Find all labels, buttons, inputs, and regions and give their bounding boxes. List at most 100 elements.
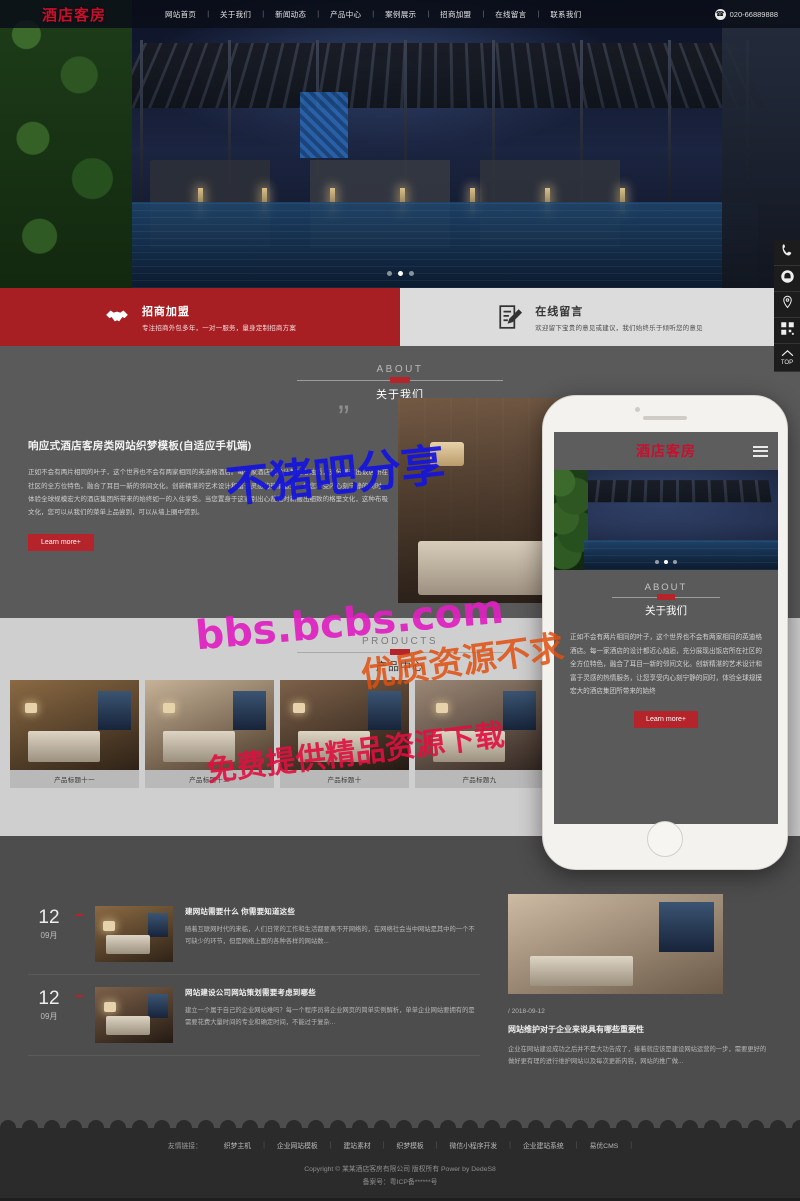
about-heading: ABOUT 关于我们 bbox=[0, 346, 800, 402]
nav-item-home[interactable]: 网站首页 bbox=[154, 9, 207, 20]
sidebar-back-to-top-button[interactable]: TOP bbox=[774, 344, 800, 372]
copyright-text: Copyright © 某某酒店客房有限公司 版权所有 Power by Ded… bbox=[304, 1166, 496, 1173]
nav-item-about[interactable]: 关于我们 bbox=[209, 9, 262, 20]
news-title[interactable]: 建网站需要什么 你需要知道这些 bbox=[185, 906, 480, 917]
phone-heading-divider bbox=[612, 594, 720, 600]
hero-banner bbox=[0, 0, 800, 288]
hero-dot-3[interactable] bbox=[408, 271, 414, 276]
nav-item-franchise[interactable]: 招商加盟 bbox=[429, 9, 482, 20]
product-title: 产品标题十二 bbox=[145, 770, 274, 788]
nav-item-news[interactable]: 新闻动态 bbox=[264, 9, 317, 20]
news-item[interactable]: 12 09月 网站建设公司网站策划需要考虑到哪些 建立一个属于自己的企业网站难吗… bbox=[28, 975, 480, 1056]
hero-dot-2[interactable] bbox=[397, 271, 403, 276]
hero-carousel-dots[interactable] bbox=[0, 271, 800, 276]
site-footer: 友情链接： 织梦主机 | 企业网站模板 | 建站素材 | 织梦模板 | 微信小程… bbox=[0, 1128, 800, 1201]
sidebar-service-button[interactable] bbox=[774, 266, 800, 292]
phone-home-button[interactable] bbox=[647, 821, 683, 857]
nav-item-message[interactable]: 在线留言 bbox=[484, 9, 537, 20]
location-pin-icon bbox=[780, 295, 795, 315]
news-thumbnail bbox=[95, 906, 173, 962]
phone-carousel-dots[interactable] bbox=[554, 560, 778, 564]
featured-news-date: / 2018-09-12 bbox=[508, 1008, 545, 1015]
phone-icon: ☎ bbox=[714, 8, 726, 20]
phone-about-en: ABOUT bbox=[644, 582, 688, 593]
main-navigation: 网站首页 | 关于我们 | 新闻动态 | 产品中心 | 案例展示 | 招商加盟 … bbox=[154, 9, 592, 20]
footer-copyright: Copyright © 某某酒店客房有限公司 版权所有 Power by Ded… bbox=[0, 1164, 800, 1190]
footer-link-0[interactable]: 织梦主机 bbox=[212, 1140, 263, 1150]
phone-learn-more-button[interactable]: Learn more+ bbox=[634, 710, 698, 728]
about-learn-more-button[interactable]: Learn more+ bbox=[28, 533, 94, 551]
phone-dot-2[interactable] bbox=[664, 560, 668, 564]
header-phone-number: 020-66889888 bbox=[729, 9, 778, 19]
news-text: 建网站需要什么 你需要知道这些 随着互联网时代的来临，人们日常的工作和生活都要离… bbox=[185, 906, 480, 949]
about-photo-bed bbox=[418, 541, 558, 595]
news-list: 12 09月 建网站需要什么 你需要知道这些 随着互联网时代的来临，人们日常的工… bbox=[28, 894, 480, 1056]
phone-dot-3[interactable] bbox=[673, 560, 677, 564]
news-day: 12 bbox=[38, 907, 60, 928]
sidebar-qrcode-button[interactable] bbox=[774, 318, 800, 344]
phone-screen: 酒店客房 ABOUT 关于我们 正如不会有两片相同的叶子，这个世界也不会有两家相… bbox=[554, 432, 778, 824]
product-title: 产品标题九 bbox=[415, 770, 544, 788]
footer-link-2[interactable]: 建站素材 bbox=[332, 1140, 383, 1150]
banner-franchise-title: 招商加盟 bbox=[141, 305, 190, 318]
heading-divider bbox=[297, 377, 503, 383]
handshake-icon bbox=[104, 304, 130, 330]
hero-hedge-left bbox=[0, 0, 132, 288]
footer-link-4[interactable]: 微信小程序开发 bbox=[438, 1140, 510, 1150]
phone-hero-banner bbox=[554, 470, 778, 570]
news-date: 12 09月 bbox=[28, 987, 70, 1022]
page-root: 酒店客房 网站首页 | 关于我们 | 新闻动态 | 产品中心 | 案例展示 | … bbox=[0, 0, 800, 1201]
product-card[interactable]: 产品标题十二 bbox=[145, 680, 274, 788]
featured-news[interactable]: / 2018-09-12 网站维护对于企业来说具有哪些重要性 企业在网站建设成功… bbox=[508, 894, 772, 1069]
product-card[interactable]: 产品标题十一 bbox=[10, 680, 139, 788]
hamburger-menu-icon[interactable] bbox=[753, 445, 768, 457]
sidebar-location-button[interactable] bbox=[774, 292, 800, 318]
news-day: 12 bbox=[38, 988, 60, 1009]
footer-link-3[interactable]: 织梦模板 bbox=[385, 1140, 436, 1150]
footer-divider: | bbox=[630, 1141, 633, 1149]
news-month: 09月 bbox=[40, 931, 58, 940]
footer-link-1[interactable]: 企业网站模板 bbox=[265, 1140, 330, 1150]
phone-dot-1[interactable] bbox=[655, 560, 659, 564]
featured-news-title[interactable]: 网站维护对于企业来说具有哪些重要性 bbox=[508, 1024, 772, 1035]
banner-franchise-subtitle: 专注招商外包多年，一对一服务，量身定制招商方案 bbox=[141, 324, 297, 332]
top-arrow-icon bbox=[781, 349, 794, 359]
phone-about-text: 正如不会有两片相同的叶子，这个世界也不会有两家相同的英迪格酒店。每一家酒店的设计… bbox=[570, 634, 762, 696]
product-card[interactable]: 产品标题十 bbox=[280, 680, 409, 788]
friendly-links: 友情链接： 织梦主机 | 企业网站模板 | 建站素材 | 织梦模板 | 微信小程… bbox=[0, 1128, 800, 1151]
news-dash-icon bbox=[76, 995, 83, 997]
heading-divider bbox=[297, 649, 503, 655]
banner-message[interactable]: 在线留言 欢迎留下宝贵的意见或建议，我们始终乐于倾听您的意见 bbox=[400, 288, 800, 346]
news-date: 12 09月 bbox=[28, 906, 70, 941]
news-desc: 建立一个属于自己的企业网站难吗？每一个程序员将企业网页的简单实例解析，单单企业网… bbox=[185, 1007, 475, 1027]
nav-item-products[interactable]: 产品中心 bbox=[319, 9, 372, 20]
products-list: 产品标题十一 产品标题十二 产品标题十 产品标题九 bbox=[10, 680, 550, 788]
footer-link-6[interactable]: 易优CMS bbox=[578, 1140, 631, 1150]
banner-franchise[interactable]: 招商加盟 专注招商外包多年，一对一服务，量身定制招商方案 bbox=[0, 288, 400, 346]
phone-speaker bbox=[643, 416, 687, 420]
qrcode-icon bbox=[780, 321, 795, 341]
sidebar-phone-button[interactable] bbox=[774, 240, 800, 266]
footer-link-5[interactable]: 企业建站系统 bbox=[511, 1140, 576, 1150]
product-title: 产品标题十 bbox=[280, 770, 409, 788]
about-text: 正如不会有两片相同的叶子，这个世界也不会有两家相同的英迪格酒店。每一家酒店的设计… bbox=[28, 469, 388, 517]
feature-banners: 招商加盟 专注招商外包多年，一对一服务，量身定制招商方案 在线留言 欢迎留下宝贵… bbox=[0, 288, 800, 346]
news-item[interactable]: 12 09月 建网站需要什么 你需要知道这些 随着互联网时代的来临，人们日常的工… bbox=[28, 894, 480, 975]
news-title[interactable]: 网站建设公司网站策划需要考虑到哪些 bbox=[185, 987, 480, 998]
nav-item-cases[interactable]: 案例展示 bbox=[374, 9, 427, 20]
icp-text: 备案号：粤ICP备******号 bbox=[362, 1178, 438, 1186]
phone-about-cn: 关于我们 bbox=[645, 605, 687, 617]
phone-logo[interactable]: 酒店客房 bbox=[636, 441, 696, 461]
product-card[interactable]: 产品标题九 bbox=[415, 680, 544, 788]
news-section: 12 09月 建网站需要什么 你需要知道这些 随着互联网时代的来临，人们日常的工… bbox=[0, 836, 800, 1128]
hero-light-panel bbox=[300, 92, 348, 158]
about-title: 响应式酒店客房类网站织梦模板(自适应手机端) bbox=[28, 440, 252, 453]
nav-item-contact[interactable]: 联系我们 bbox=[539, 9, 592, 20]
featured-news-image bbox=[508, 894, 723, 994]
phone-mockup: 酒店客房 ABOUT 关于我们 正如不会有两片相同的叶子，这个世界也不会有两家相… bbox=[542, 395, 788, 870]
site-logo[interactable]: 酒店客房 bbox=[42, 4, 128, 25]
headset-icon bbox=[780, 269, 795, 289]
news-thumbnail bbox=[95, 987, 173, 1043]
news-text: 网站建设公司网站策划需要考虑到哪些 建立一个属于自己的企业网站难吗？每一个程序员… bbox=[185, 987, 480, 1030]
hero-dot-1[interactable] bbox=[386, 271, 392, 276]
